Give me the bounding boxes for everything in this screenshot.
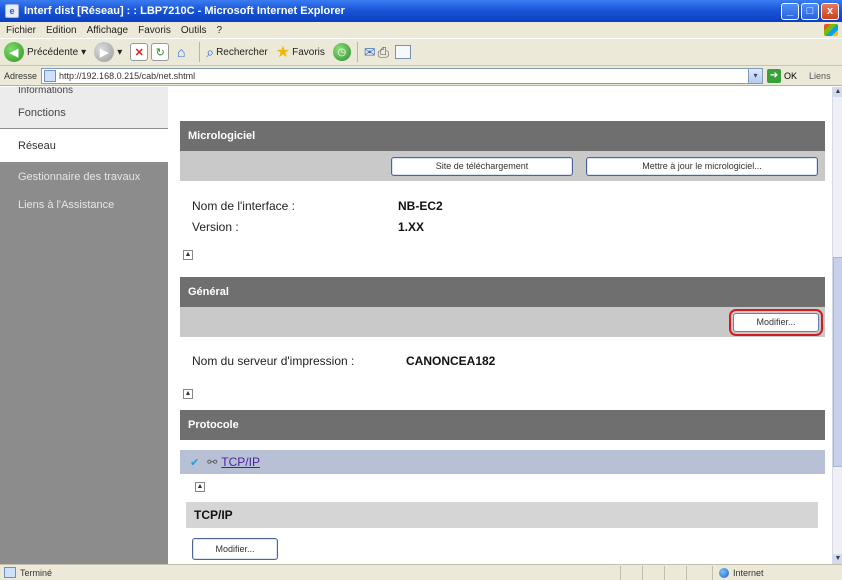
forward-dropdown-icon[interactable]: ▾ <box>117 47 122 58</box>
scroll-thumb[interactable] <box>833 257 842 467</box>
search-label: Rechercher <box>216 46 268 58</box>
edit-page-icon[interactable] <box>394 45 411 59</box>
general-section-header: Général <box>180 277 825 307</box>
version-label: Version : <box>192 220 239 234</box>
menu-bar: Fichier Edition Affichage Favoris Outils… <box>0 22 842 38</box>
windows-logo-icon <box>824 24 838 36</box>
security-zone[interactable]: Internet <box>712 565 842 580</box>
address-url: http://192.168.0.215/cab/net.shtml <box>59 70 196 81</box>
collapse-icon[interactable]: ▲ <box>183 389 193 399</box>
general-button-bar <box>180 307 825 337</box>
print-icon[interactable]: ⎙ <box>378 44 389 61</box>
scroll-up-icon[interactable]: ▲ <box>833 87 842 97</box>
refresh-icon[interactable]: ↻ <box>151 43 170 61</box>
history-icon[interactable]: ◷ <box>332 43 351 61</box>
print-server-value: CANONCEA182 <box>406 354 496 368</box>
firmware-section-header: Micrologiciel <box>180 121 825 151</box>
go-label: OK <box>784 70 798 81</box>
status-cell <box>686 565 708 580</box>
forward-arrow-icon: ▶ <box>94 42 115 62</box>
download-site-button[interactable]: Site de téléchargement <box>391 157 573 176</box>
collapse-icon[interactable]: ▲ <box>183 250 193 260</box>
status-cell <box>642 565 664 580</box>
tcpip-modify-button[interactable]: Modifier... <box>192 538 278 560</box>
sidebar-item-reseau[interactable]: Réseau <box>0 129 168 162</box>
vertical-scrollbar[interactable]: ▲ ▼ <box>832 87 842 564</box>
back-label: Précédente <box>27 46 79 58</box>
page-status-icon <box>4 567 16 578</box>
search-icon: ⌕ <box>206 43 215 60</box>
home-icon[interactable]: ⌂ <box>172 43 190 61</box>
version-value: 1.XX <box>398 220 425 234</box>
page-viewport: Informations Fonctions Réseau Gestionnai… <box>0 87 832 564</box>
network-icon: ⚯ <box>207 455 218 469</box>
back-dropdown-icon[interactable]: ▾ <box>81 47 86 58</box>
sidebar-item-fonctions[interactable]: Fonctions <box>0 95 168 128</box>
protocol-section-header: Protocole <box>180 410 825 440</box>
address-input[interactable]: http://192.168.0.215/cab/net.shtml ▾ <box>41 67 764 84</box>
window-titlebar[interactable]: e Interf dist [Réseau] : : LBP7210C - Mi… <box>0 0 842 22</box>
toolbar-separator <box>199 42 201 62</box>
protocol-row-tcpip: ✔ ⚯ TCP/IP <box>180 450 825 474</box>
forward-button[interactable]: ▶ ▾ <box>94 42 122 62</box>
ie-icon: e <box>5 4 19 18</box>
menu-help[interactable]: ? <box>216 25 222 36</box>
sidebar-item-job-manager[interactable]: Gestionnaire des travaux <box>0 170 150 184</box>
address-dropdown-icon[interactable]: ▾ <box>748 68 763 83</box>
address-label: Adresse <box>4 70 38 81</box>
toolbar-separator <box>356 42 358 62</box>
back-button[interactable]: ◀ Précédente ▾ <box>4 42 86 62</box>
tcpip-link[interactable]: TCP/IP <box>221 455 260 469</box>
menu-favorites[interactable]: Favoris <box>138 25 171 36</box>
menu-file[interactable]: Fichier <box>6 25 36 36</box>
go-arrow-icon: ➔ <box>767 68 782 83</box>
general-modify-button[interactable]: Modifier... <box>729 309 823 336</box>
sidebar-item-informations[interactable]: Informations <box>0 87 168 95</box>
back-arrow-icon: ◀ <box>4 42 24 62</box>
status-cell <box>664 565 686 580</box>
maximize-button[interactable]: □ <box>801 2 819 20</box>
toolbar: ◀ Précédente ▾ ▶ ▾ ✕ ↻ ⌂ ⌕ Rechercher ★ … <box>0 38 842 66</box>
sidebar: Informations Fonctions Réseau Gestionnai… <box>0 87 168 564</box>
status-cells <box>620 565 708 580</box>
scroll-down-icon[interactable]: ▼ <box>833 554 842 564</box>
print-server-label: Nom du serveur d'impression : <box>192 354 355 368</box>
interface-name-value: NB-EC2 <box>398 199 443 213</box>
search-button[interactable]: ⌕ Rechercher <box>206 44 268 61</box>
globe-icon <box>719 567 729 578</box>
mail-icon[interactable]: ✉ <box>364 44 376 61</box>
checkmark-icon: ✔ <box>190 456 200 469</box>
star-icon: ★ <box>275 44 291 61</box>
status-cell <box>620 565 642 580</box>
tcpip-subsection-header: TCP/IP <box>186 502 818 528</box>
favorites-button[interactable]: ★ Favoris <box>276 42 325 62</box>
update-firmware-button[interactable]: Mettre à jour le micrologiciel... <box>586 157 818 176</box>
go-button[interactable]: ➔ OK <box>767 68 798 83</box>
links-button[interactable]: Liens <box>809 71 831 81</box>
minimize-button[interactable]: _ <box>781 2 799 20</box>
zone-label: Internet <box>733 567 764 578</box>
menu-edit[interactable]: Edition <box>46 25 77 36</box>
collapse-icon[interactable]: ▲ <box>195 482 205 492</box>
status-text: Terminé <box>20 567 53 578</box>
menu-tools[interactable]: Outils <box>181 25 207 36</box>
page-icon <box>44 69 57 82</box>
address-bar: Adresse http://192.168.0.215/cab/net.sht… <box>0 66 842 86</box>
close-button[interactable]: x <box>821 2 839 20</box>
stop-icon[interactable]: ✕ <box>130 43 149 61</box>
status-bar: Terminé Internet <box>0 564 842 580</box>
window-title: Interf dist [Réseau] : : LBP7210C - Micr… <box>24 5 345 17</box>
menu-view[interactable]: Affichage <box>87 25 129 36</box>
sidebar-item-support-links[interactable]: Liens à l'Assistance <box>0 198 168 212</box>
favorites-label: Favoris <box>292 46 325 58</box>
interface-name-label: Nom de l'interface : <box>192 199 296 213</box>
